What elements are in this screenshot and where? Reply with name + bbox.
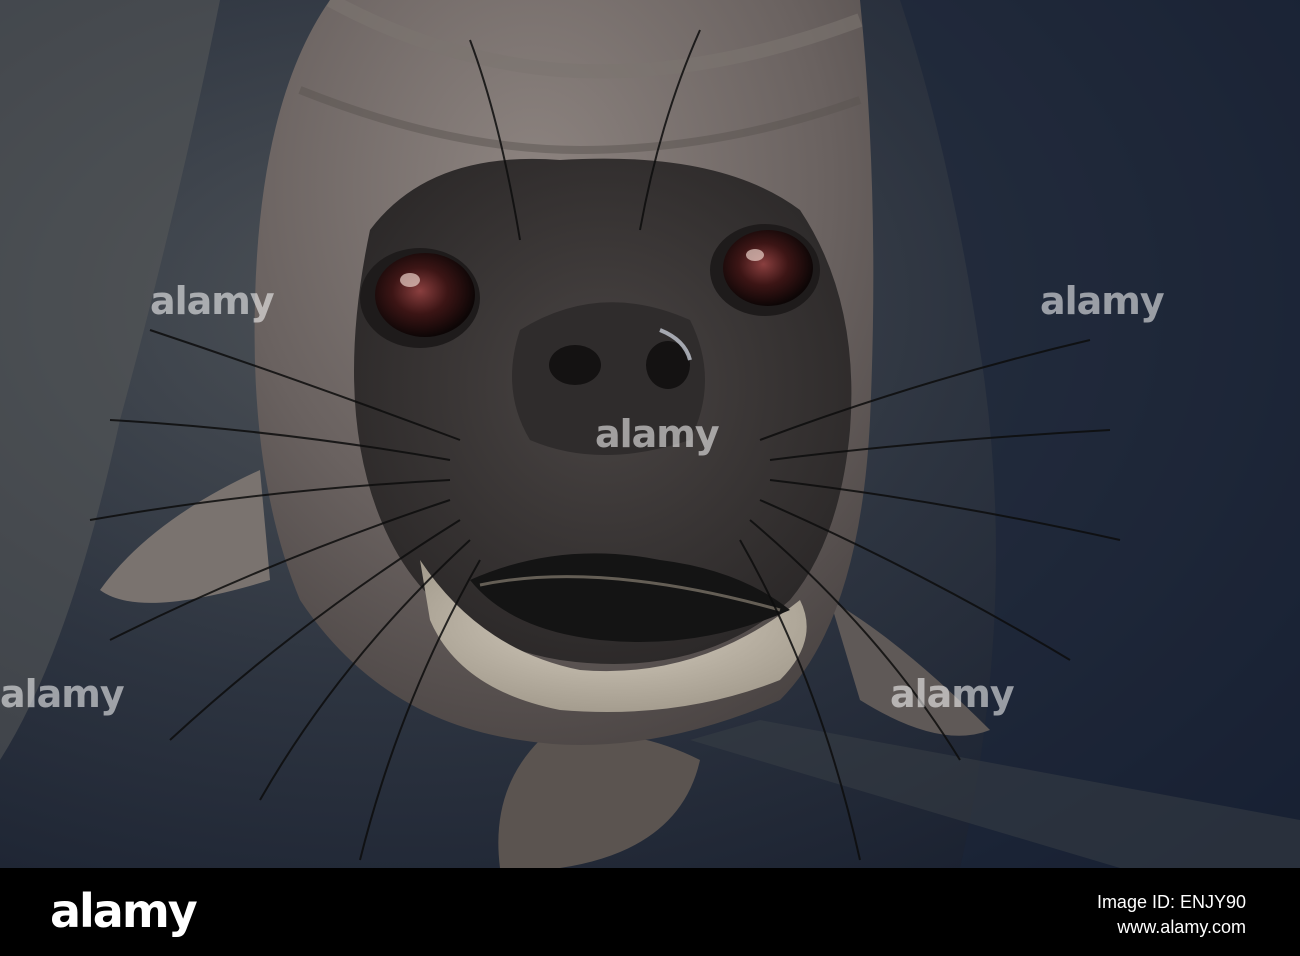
- stock-photo: alamy alamy alamy alamy alamy alamy Imag…: [0, 0, 1300, 956]
- left-nostril: [549, 345, 601, 385]
- image-id: Image ID: ENJY90: [1096, 892, 1246, 912]
- watermark: alamy: [595, 412, 720, 456]
- watermark: alamy: [890, 672, 1015, 716]
- alamy-logo: alamy: [50, 884, 198, 938]
- footer-bar: alamy Image ID: ENJY90 www.alamy.com: [0, 868, 1300, 956]
- seal-photo: alamy alamy alamy alamy alamy: [0, 0, 1300, 868]
- footer-info: Image ID: ENJY90 www.alamy.com: [1097, 890, 1246, 940]
- left-eye: [375, 253, 475, 337]
- right-eye: [723, 230, 813, 306]
- website-link[interactable]: www.alamy.com: [1097, 915, 1246, 940]
- watermark: alamy: [0, 672, 125, 716]
- watermark: alamy: [1040, 279, 1165, 323]
- watermark: alamy: [150, 279, 275, 323]
